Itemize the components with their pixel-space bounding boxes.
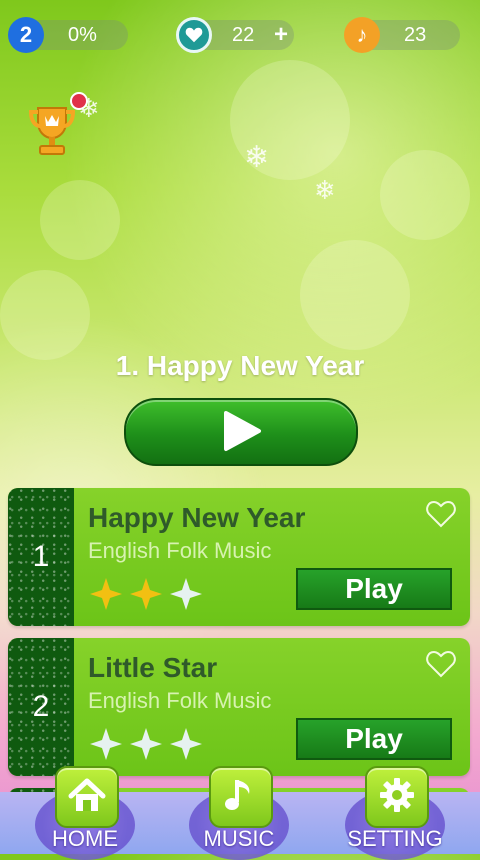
song-artist: English Folk Music <box>88 538 272 563</box>
favorite-heart-icon[interactable] <box>426 650 456 683</box>
song-card: 1 Happy New Year English Folk Music Play <box>8 488 470 626</box>
bokeh-light <box>40 180 120 260</box>
song-card: 2 Little Star English Folk Music Play <box>8 638 470 776</box>
notification-dot <box>70 92 88 110</box>
notes-pill: ♪ 23 <box>344 17 460 53</box>
lives-pill[interactable]: 22 + <box>176 17 294 53</box>
favorite-heart-icon[interactable] <box>426 500 456 533</box>
snowflake-icon: ❄ <box>244 140 270 175</box>
bokeh-light <box>380 150 470 240</box>
lives-count: 22 <box>232 24 255 46</box>
star-icon <box>170 728 202 760</box>
star-rating <box>90 576 210 617</box>
play-icon <box>224 411 261 451</box>
play-song-button[interactable]: Play <box>296 568 452 610</box>
nav-music-label: MUSIC <box>203 826 275 851</box>
level-progress-pill: 2 0% <box>8 17 128 53</box>
nav-home-button[interactable]: HOME <box>30 766 140 860</box>
featured-song-title: 1. Happy New Year <box>115 350 365 381</box>
home-icon <box>55 766 119 828</box>
play-featured-button[interactable] <box>124 398 358 466</box>
music-note-icon <box>209 766 273 828</box>
star-icon <box>130 728 162 760</box>
nav-setting-button[interactable]: SETTING <box>340 766 450 860</box>
song-artist: English Folk Music <box>88 688 272 713</box>
star-icon <box>170 578 202 610</box>
music-note-icon: ♪ <box>344 17 380 53</box>
star-icon <box>130 578 162 610</box>
song-number: 1 <box>32 540 50 573</box>
notes-count: 23 <box>404 24 427 46</box>
nav-setting-label: SETTING <box>347 826 443 851</box>
song-number: 2 <box>32 690 50 723</box>
snowflake-icon: ❄ <box>314 176 336 206</box>
star-icon <box>90 728 122 760</box>
progress-percent: 0% <box>68 24 97 46</box>
play-song-button[interactable]: Play <box>296 718 452 760</box>
bokeh-light <box>300 240 410 350</box>
trophy-icon[interactable] <box>28 104 76 156</box>
song-title: Happy New Year <box>88 502 306 533</box>
add-lives-button[interactable]: + <box>274 21 288 49</box>
star-icon <box>90 578 122 610</box>
heart-icon <box>176 17 212 53</box>
nav-home-label: HOME <box>52 826 118 851</box>
bokeh-light <box>0 270 90 360</box>
star-rating <box>90 726 210 767</box>
song-title: Little Star <box>88 652 218 683</box>
song-number-panel: 2 <box>8 638 74 776</box>
song-number-panel: 1 <box>8 488 74 626</box>
nav-music-button[interactable]: MUSIC <box>184 766 294 860</box>
level-badge: 2 <box>8 17 44 53</box>
gear-icon <box>365 766 429 828</box>
